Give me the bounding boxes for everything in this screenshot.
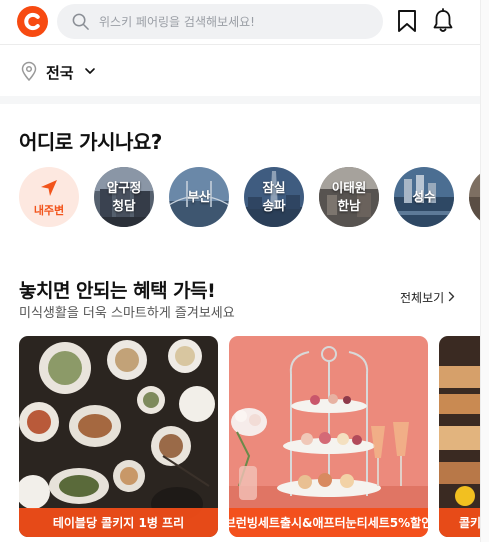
sushi-photo — [439, 336, 480, 537]
bookmark-icon[interactable] — [396, 9, 418, 33]
destination-nearby[interactable]: 내주변 — [19, 167, 79, 227]
search-placeholder: 위스키 페어링을 검색해보세요! — [99, 15, 255, 29]
section-separator — [0, 96, 480, 104]
benefit-card[interactable]: 콜키 — [439, 336, 480, 537]
location-pin-icon — [21, 61, 37, 81]
chevron-down-icon — [85, 68, 95, 74]
top-bar: 위스키 페어링을 검색해보세요! — [0, 0, 480, 44]
destination-list: 내주변 압구정 청담 부산 잠실 송파 이태원 한남 성수 — [19, 167, 480, 229]
benefit-banner: 콜키 — [439, 508, 480, 537]
destination-photo — [469, 167, 480, 227]
benefit-card[interactable]: 브런빙세트출시&애프터눈티세트5%할인 — [229, 336, 428, 537]
benefits-subtitle: 미식생활을 더욱 스마트하게 즐겨보세요 — [19, 306, 235, 321]
destination-label: 부산 — [187, 189, 211, 204]
destination-jamsil[interactable]: 잠실 송파 — [244, 167, 304, 227]
benefit-card-list: 테이블당 콜키지 1병 프리 브런빙세트출시&애프터눈티세트5%할인 콜키 — [19, 336, 480, 542]
destination-label: 압구정 청담 — [106, 180, 142, 213]
search-bar[interactable]: 위스키 페어링을 검색해보세요! — [57, 4, 383, 39]
benefit-banner: 브런빙세트출시&애프터눈티세트5%할인 — [229, 508, 428, 537]
app-logo[interactable] — [17, 6, 48, 37]
region-label: 전국 — [46, 64, 74, 82]
logo-c-icon — [24, 12, 40, 31]
destination-label: 내주변 — [33, 204, 65, 217]
destination-itaewon[interactable]: 이태원 한남 — [319, 167, 379, 227]
scrollbar[interactable] — [480, 0, 489, 542]
navigation-arrow-icon — [41, 180, 57, 196]
korean-table-photo — [19, 336, 218, 537]
benefit-card[interactable]: 테이블당 콜키지 1병 프리 — [19, 336, 218, 537]
destination-seongsu[interactable]: 성수 — [394, 167, 454, 227]
destination-label: 이태원 한남 — [331, 180, 367, 213]
afternoon-tea-photo — [229, 336, 428, 537]
search-icon — [72, 13, 89, 30]
destination-apgujeong[interactable]: 압구정 청담 — [94, 167, 154, 227]
destination-label: 성수 — [412, 189, 436, 204]
header-divider — [0, 44, 480, 45]
destination-label: 잠실 송파 — [262, 180, 286, 213]
see-all-link[interactable]: 전체보기 — [400, 289, 444, 306]
benefit-banner: 테이블당 콜키지 1병 프리 — [19, 508, 218, 537]
destination-next-partial[interactable] — [469, 167, 480, 227]
benefits-title: 놓치면 안되는 혜택 가득! — [19, 280, 216, 302]
chevron-right-icon[interactable] — [447, 291, 456, 302]
destination-busan[interactable]: 부산 — [169, 167, 229, 227]
notification-bell-icon[interactable] — [431, 8, 455, 34]
destinations-title: 어디로 가시나요? — [19, 130, 162, 154]
